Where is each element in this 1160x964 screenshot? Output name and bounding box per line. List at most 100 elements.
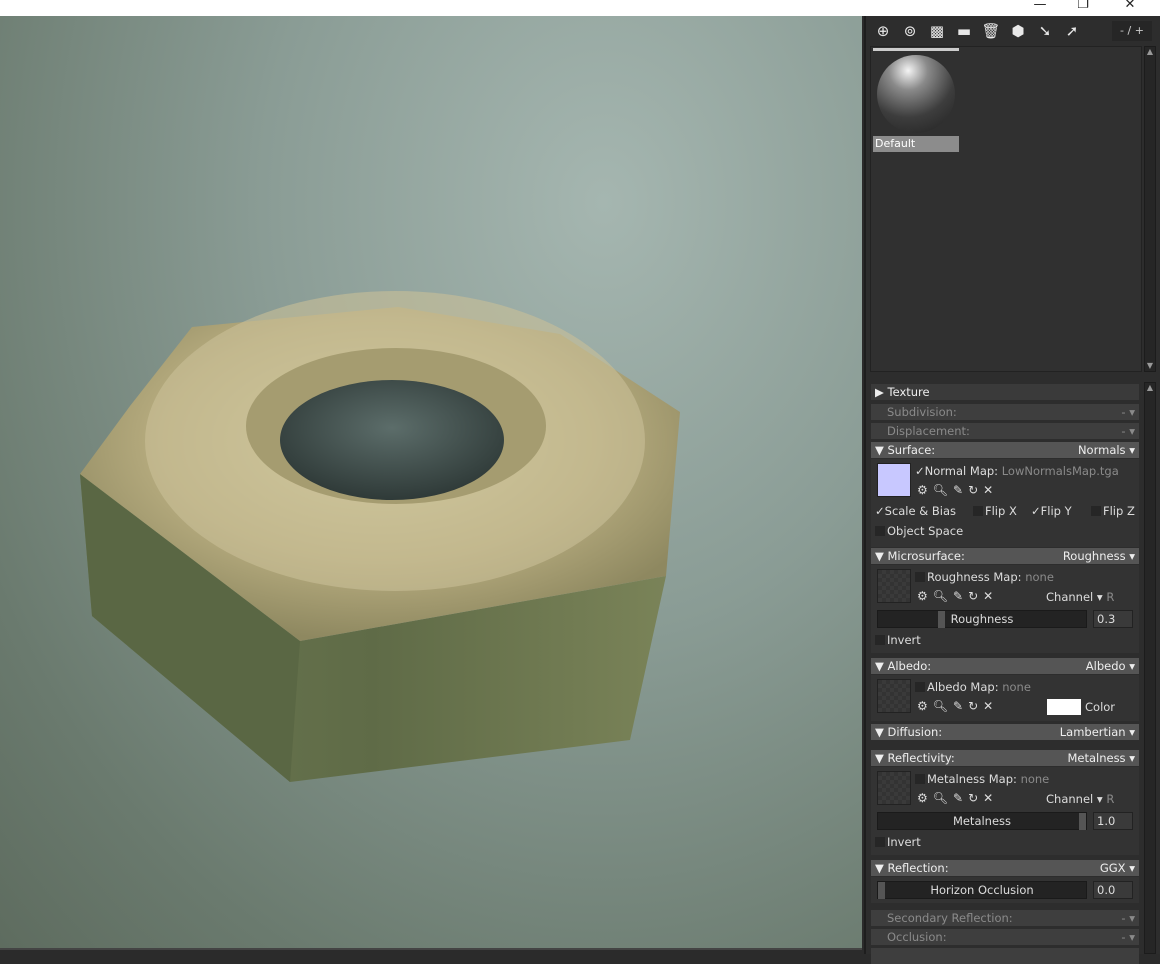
flip-z-checkbox[interactable]: Flip Z (1091, 504, 1135, 518)
map-label: Roughness Map: (927, 570, 1022, 584)
gear-icon[interactable]: ⚙ (917, 589, 928, 603)
pencil-icon[interactable]: ✎ (953, 791, 963, 805)
material-thumbnail[interactable]: Default (873, 48, 959, 152)
roughness-map-row: Roughness Map: none (915, 570, 1054, 584)
scale-bias-checkbox[interactable]: ✓Scale & Bias (875, 504, 956, 518)
albedo-body: Albedo Map: none ⚙ 🔍︎ ✎ ↻ ✕ Color (871, 675, 1139, 721)
metalness-value-field[interactable]: 1.0 (1093, 812, 1133, 830)
reload-icon[interactable]: ↻ (968, 791, 978, 805)
section-value: - (1121, 930, 1126, 944)
roughness-slider[interactable]: Roughness (877, 610, 1087, 628)
metalness-invert-checkbox[interactable]: Invert (875, 835, 921, 849)
normal-map-checkbox[interactable]: ✓ (915, 464, 925, 478)
search-icon[interactable]: 🔍︎ (933, 699, 948, 713)
close-icon[interactable]: ✕ (983, 699, 993, 713)
gear-icon[interactable]: ⚙ (917, 483, 928, 497)
microsurface-mode-dropdown[interactable]: Roughness (1063, 549, 1126, 563)
metalness-slider[interactable]: Metalness (877, 812, 1087, 830)
map-actions: ⚙ 🔍︎ ✎ ↻ ✕ (917, 791, 993, 805)
trash-icon[interactable]: 🗑 (981, 21, 1001, 41)
horizon-occlusion-slider[interactable]: Horizon Occlusion (877, 881, 1087, 899)
close-icon[interactable]: ✕ (983, 589, 993, 603)
3d-viewport[interactable] (0, 16, 862, 950)
roughness-map-checkbox[interactable] (915, 572, 925, 582)
metalness-channel-dropdown[interactable]: Channel ▾ R (1046, 792, 1114, 806)
section-texture[interactable]: ▶ Texture (871, 384, 1139, 400)
roughness-channel-dropdown[interactable]: Channel ▾ R (1046, 590, 1114, 604)
search-icon[interactable]: 🔍︎ (933, 589, 948, 603)
reflection-mode-dropdown[interactable]: GGX (1100, 861, 1126, 875)
albedo-color-swatch[interactable] (1047, 699, 1081, 715)
section-emissive-partial[interactable] (871, 948, 1139, 964)
roughness-map-swatch[interactable] (877, 569, 911, 603)
metalness-map-file[interactable]: none (1021, 772, 1050, 786)
reflectivity-mode-dropdown[interactable]: Metalness (1067, 751, 1125, 765)
metalness-map-swatch[interactable] (877, 771, 911, 805)
flip-y-checkbox[interactable]: ✓Flip Y (1031, 504, 1072, 518)
slider-handle[interactable] (1079, 813, 1086, 830)
diffusion-mode-dropdown[interactable]: Lambertian (1060, 725, 1126, 739)
map-label: Albedo Map: (927, 680, 999, 694)
metalness-map-row: Metalness Map: none (915, 772, 1049, 786)
surface-mode-dropdown[interactable]: Normals (1078, 443, 1126, 457)
section-secondary-reflection[interactable]: Secondary Reflection: - ▾ (871, 910, 1139, 926)
gear-icon[interactable]: ⚙ (917, 699, 928, 713)
section-displacement[interactable]: Displacement: - ▾ (871, 423, 1139, 439)
section-subdivision[interactable]: Subdivision: - ▾ (871, 404, 1139, 420)
normal-map-file[interactable]: LowNormalsMap.tga (1002, 464, 1119, 478)
minimize-button[interactable]: — (1030, 0, 1050, 12)
reload-icon[interactable]: ↻ (968, 483, 978, 497)
albedo-mode-dropdown[interactable]: Albedo (1086, 659, 1126, 673)
map-actions: ⚙ 🔍︎ ✎ ↻ ✕ (917, 589, 993, 603)
section-value: - (1121, 424, 1126, 438)
metalness-map-checkbox[interactable] (915, 774, 925, 784)
search-icon[interactable]: 🔍︎ (933, 791, 948, 805)
slider-handle[interactable] (878, 882, 885, 899)
roughness-map-file[interactable]: none (1025, 570, 1054, 584)
reload-icon[interactable]: ↻ (968, 589, 978, 603)
assign-icon[interactable]: ⬢ (1008, 21, 1028, 41)
checker-icon[interactable]: ▩ (927, 21, 947, 41)
export-icon[interactable]: ➚ (1062, 21, 1082, 41)
flip-x-checkbox[interactable]: Flip X (973, 504, 1017, 518)
section-reflectivity[interactable]: ▼ Reflectivity: Metalness ▾ (871, 750, 1139, 766)
albedo-map-swatch[interactable] (877, 679, 911, 713)
slider-label: Roughness (950, 612, 1014, 626)
search-icon[interactable]: 🔍︎ (933, 483, 948, 497)
import-icon[interactable]: ➘ (1035, 21, 1055, 41)
gear-icon[interactable]: ⚙ (917, 791, 928, 805)
normal-map-row: ✓Normal Map: LowNormalsMap.tga (915, 464, 1119, 478)
pencil-icon[interactable]: ✎ (953, 699, 963, 713)
close-button[interactable]: ✕ (1120, 0, 1140, 12)
section-label: Albedo: (887, 659, 932, 673)
section-occlusion[interactable]: Occlusion: - ▾ (871, 929, 1139, 945)
page-selector[interactable]: - / + (1112, 21, 1152, 41)
slider-label: Horizon Occlusion (930, 883, 1034, 897)
material-list-scrollbar[interactable]: ▲ ▼ (1144, 46, 1156, 372)
section-albedo[interactable]: ▼ Albedo: Albedo ▾ (871, 658, 1139, 674)
properties-scrollbar[interactable]: ▲ (1144, 382, 1156, 954)
section-label: Surface: (887, 443, 936, 457)
section-surface[interactable]: ▼ Surface: Normals ▾ (871, 442, 1139, 458)
roughness-value-field[interactable]: 0.3 (1093, 610, 1133, 628)
folder-icon[interactable]: ▬ (954, 21, 974, 41)
normal-map-swatch[interactable] (877, 463, 911, 497)
close-icon[interactable]: ✕ (983, 791, 993, 805)
add-material-icon[interactable]: ⊕ (873, 21, 893, 41)
slider-handle[interactable] (938, 611, 946, 628)
albedo-map-file[interactable]: none (1002, 680, 1031, 694)
pencil-icon[interactable]: ✎ (953, 589, 963, 603)
restore-button[interactable]: ❐ (1073, 0, 1093, 12)
albedo-map-checkbox[interactable] (915, 682, 925, 692)
close-icon[interactable]: ✕ (983, 483, 993, 497)
section-reflection[interactable]: ▼ Reflection: GGX ▾ (871, 860, 1139, 876)
object-space-checkbox[interactable]: Object Space (875, 524, 963, 538)
horizon-occlusion-value-field[interactable]: 0.0 (1093, 881, 1133, 899)
checkbox-label: Invert (887, 633, 921, 647)
section-microsurface[interactable]: ▼ Microsurface: Roughness ▾ (871, 548, 1139, 564)
pencil-icon[interactable]: ✎ (953, 483, 963, 497)
section-diffusion[interactable]: ▼ Diffusion: Lambertian ▾ (871, 724, 1139, 740)
reload-icon[interactable]: ↻ (968, 699, 978, 713)
duplicate-material-icon[interactable]: ⊚ (900, 21, 920, 41)
roughness-invert-checkbox[interactable]: Invert (875, 633, 921, 647)
